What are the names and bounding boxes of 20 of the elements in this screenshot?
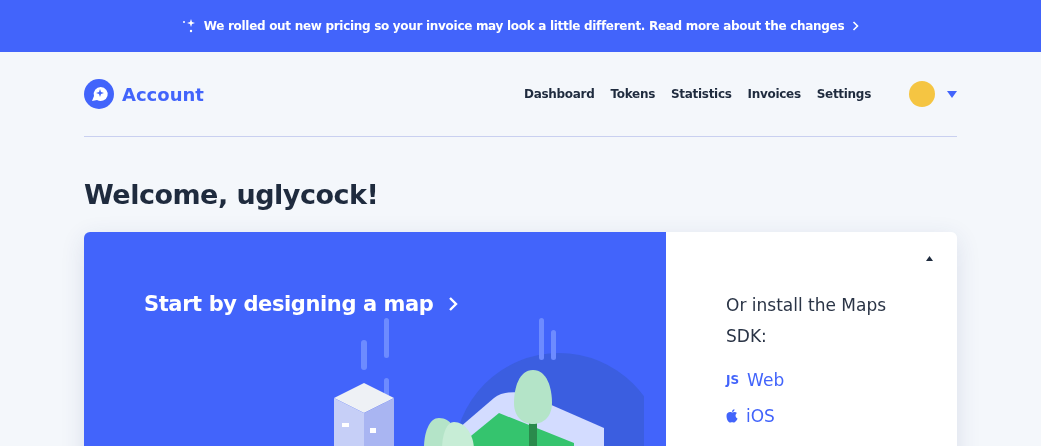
nav-link[interactable]: Tokens: [610, 87, 655, 101]
design-map-link[interactable]: Start by designing a map: [144, 292, 458, 316]
sparkle-icon: [181, 19, 196, 33]
logo-icon: [84, 79, 114, 109]
sdk-intro-text: Or install the Maps SDK:: [726, 294, 888, 348]
chevron-right-icon: [447, 296, 458, 312]
banner-link[interactable]: We rolled out new pricing so your invoice may look a little different. Read more about the changes: [203, 19, 845, 33]
sdk-link[interactable]: JS Web: [726, 362, 937, 398]
js-label: JS: [726, 373, 740, 387]
nav-link[interactable]: Invoices: [747, 87, 801, 101]
brand-name[interactable]: Account: [122, 83, 204, 105]
collapse-caret-icon[interactable]: [926, 256, 933, 261]
welcome-heading: Welcome, uglycock!: [84, 179, 380, 210]
chevron-right-icon: [852, 21, 860, 31]
nav-link[interactable]: Settings: [816, 87, 871, 101]
apple-icon: [726, 409, 738, 423]
nav-link[interactable]: Statistics: [671, 87, 732, 101]
dropdown-caret-icon[interactable]: [947, 90, 957, 98]
sdk-link[interactable]: iOS: [726, 398, 937, 434]
nav-link[interactable]: Dashboard: [523, 87, 595, 101]
